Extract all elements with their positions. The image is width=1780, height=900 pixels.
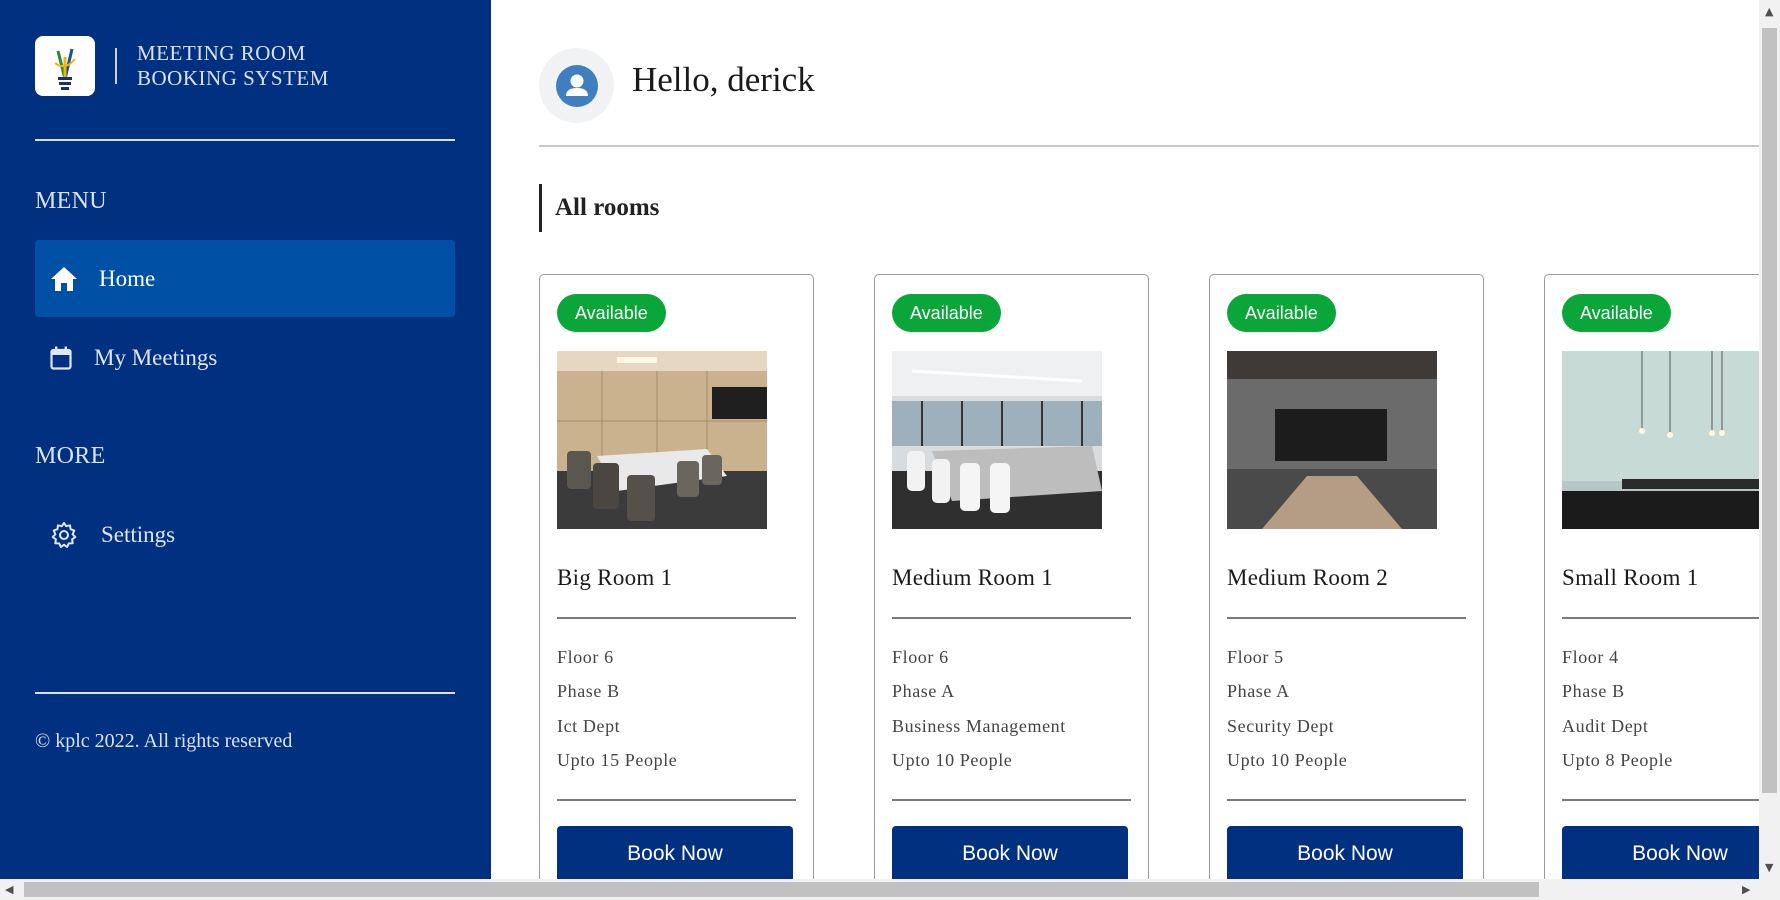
- card-divider: [1562, 799, 1759, 801]
- card-divider: [892, 617, 1131, 619]
- copyright: © kplc 2022. All rights reserved: [35, 730, 293, 752]
- book-now-button[interactable]: Book Now: [1562, 826, 1759, 879]
- room-department: Audit Dept: [1562, 716, 1649, 736]
- card-divider: [1227, 617, 1466, 619]
- room-capacity: Upto 15 People: [557, 750, 678, 770]
- sidebar-item-home[interactable]: Home: [35, 240, 455, 317]
- section-title: All rooms: [539, 184, 659, 232]
- room-capacity: Upto 10 People: [892, 750, 1013, 770]
- room-name: Small Room 1: [1562, 565, 1699, 590]
- brand-divider: [115, 48, 117, 84]
- room-department: Business Management: [892, 716, 1066, 736]
- room-card: Available Medium Room 2 Floor 5 Phase A …: [1209, 274, 1484, 879]
- sidebar-item-my-meetings[interactable]: My Meetings: [35, 319, 455, 396]
- room-name: Big Room 1: [557, 565, 673, 590]
- greeting: Hello, derick: [632, 60, 815, 99]
- card-divider: [892, 799, 1131, 801]
- room-photo: [557, 351, 767, 529]
- scroll-up-arrow-icon[interactable]: ▲: [1765, 6, 1773, 17]
- horizontal-scrollbar[interactable]: ◀ ▶: [0, 879, 1780, 900]
- brand-title-line2: BOOKING SYSTEM: [137, 66, 329, 90]
- sidebar-item-label: My Meetings: [94, 344, 218, 370]
- room-department: Ict Dept: [557, 716, 621, 736]
- card-divider: [1227, 799, 1466, 801]
- card-divider: [1562, 617, 1759, 619]
- room-card: Available Medium Room 1 Floor 6 Phase A …: [874, 274, 1149, 879]
- status-badge: Available: [557, 294, 666, 332]
- room-photo: [1562, 351, 1759, 529]
- room-capacity: Upto 8 People: [1562, 750, 1673, 770]
- sidebar: MEETING ROOM BOOKING SYSTEM MENU Home My…: [0, 0, 491, 879]
- vertical-scrollbar[interactable]: ▲ ▼: [1759, 0, 1780, 879]
- brand-title: MEETING ROOM BOOKING SYSTEM: [137, 41, 329, 91]
- room-floor: Floor 4: [1562, 647, 1619, 667]
- gear-icon: [49, 520, 79, 550]
- brand[interactable]: MEETING ROOM BOOKING SYSTEM: [35, 36, 329, 96]
- room-phase: Phase A: [1227, 681, 1290, 701]
- brand-title-line1: MEETING ROOM: [137, 41, 306, 65]
- room-phase: Phase B: [1562, 681, 1625, 701]
- home-icon: [49, 264, 79, 294]
- vertical-scrollbar-thumb[interactable]: [1762, 28, 1777, 793]
- room-photo: [1227, 351, 1437, 529]
- calendar-icon: [46, 343, 76, 373]
- book-now-button[interactable]: Book Now: [1227, 826, 1463, 879]
- room-photo: [892, 351, 1102, 529]
- room-floor: Floor 5: [1227, 647, 1284, 667]
- avatar[interactable]: [539, 48, 614, 123]
- sidebar-item-label: Home: [99, 265, 156, 291]
- room-department: Security Dept: [1227, 716, 1335, 736]
- status-badge: Available: [1562, 294, 1671, 332]
- horizontal-scrollbar-thumb[interactable]: [24, 882, 1539, 897]
- status-badge: Available: [1227, 294, 1336, 332]
- header-divider: [539, 145, 1759, 147]
- kplc-logo-icon: [35, 36, 95, 96]
- more-section-label: MORE: [35, 443, 106, 469]
- scroll-left-arrow-icon[interactable]: ◀: [5, 884, 13, 895]
- sidebar-divider-top: [35, 139, 455, 141]
- card-divider: [557, 799, 796, 801]
- book-now-button[interactable]: Book Now: [892, 826, 1128, 879]
- room-capacity: Upto 10 People: [1227, 750, 1348, 770]
- sidebar-item-label: Settings: [101, 521, 176, 547]
- room-card: Available Big Room 1 Floor 6 Phase B Ict…: [539, 274, 814, 879]
- book-now-button[interactable]: Book Now: [557, 826, 793, 879]
- room-name: Medium Room 1: [892, 565, 1054, 590]
- room-name: Medium Room 2: [1227, 565, 1389, 590]
- card-divider: [557, 617, 796, 619]
- main-content: Hello, derick All rooms Available Big Ro…: [491, 0, 1759, 879]
- scroll-right-arrow-icon[interactable]: ▶: [1742, 884, 1750, 895]
- room-phase: Phase B: [557, 681, 620, 701]
- room-floor: Floor 6: [892, 647, 949, 667]
- sidebar-divider-bottom: [35, 692, 455, 694]
- room-floor: Floor 6: [557, 647, 614, 667]
- room-phase: Phase A: [892, 681, 955, 701]
- sidebar-item-settings[interactable]: Settings: [35, 496, 455, 573]
- status-badge: Available: [892, 294, 1001, 332]
- scroll-down-arrow-icon[interactable]: ▼: [1765, 862, 1773, 873]
- room-card: Available Small Room 1 Floor 4 Phase B A…: [1544, 274, 1759, 879]
- user-icon: [555, 64, 598, 107]
- menu-section-label: MENU: [35, 188, 107, 214]
